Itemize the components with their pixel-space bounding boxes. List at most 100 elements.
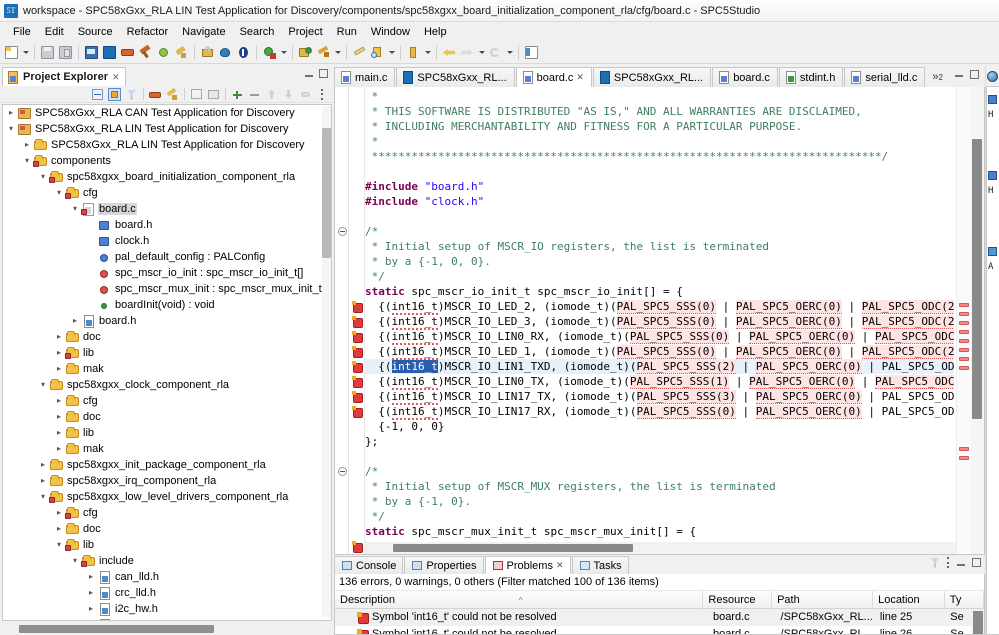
tree-item[interactable]: ▸mak: [3, 441, 331, 457]
overview-error-mark[interactable]: [959, 447, 969, 451]
tree-item[interactable]: spc_mscr_mux_init : spc_mscr_mux_init_t[: [3, 281, 331, 297]
collapse-fold-icon[interactable]: [338, 227, 347, 236]
editor-tab[interactable]: board.c: [712, 67, 778, 87]
build-icon[interactable]: [148, 87, 163, 102]
tree-twisty[interactable]: ▾: [53, 537, 65, 553]
code-line[interactable]: * by a {-1, 0}.: [365, 494, 954, 509]
menu-refactor[interactable]: Refactor: [120, 24, 176, 40]
perspective-icon[interactable]: [523, 44, 540, 61]
refresh-icon[interactable]: [487, 44, 504, 61]
bottom-tab[interactable]: Tasks: [572, 556, 629, 574]
column-header-description[interactable]: Description ^: [335, 591, 703, 609]
menu-project[interactable]: Project: [281, 24, 329, 40]
tree-item[interactable]: pal_default_config : PALConfig: [3, 249, 331, 265]
scrollbar-thumb[interactable]: [393, 544, 633, 552]
tree-twisty[interactable]: ▸: [37, 457, 49, 473]
problem-row[interactable]: Symbol 'int16_t' could not be resolvedbo…: [335, 626, 984, 635]
code-line[interactable]: */: [365, 509, 954, 524]
tree-item[interactable]: ▾cfg: [3, 185, 331, 201]
bottom-tab[interactable]: Console: [334, 556, 403, 574]
source-code-text[interactable]: * * THIS SOFTWARE IS DISTRIBUTED "AS IS,…: [365, 89, 954, 554]
console-icon[interactable]: [83, 44, 100, 61]
scrollbar-thumb[interactable]: [973, 611, 983, 635]
code-line[interactable]: ****************************************…: [365, 149, 954, 164]
outline-item[interactable]: H: [987, 183, 999, 199]
history-dropdown-arrow[interactable]: [477, 44, 486, 61]
tree-item[interactable]: ▸mak: [3, 361, 331, 377]
tree-item[interactable]: ▸doc: [3, 521, 331, 537]
link-with-editor-icon[interactable]: [107, 87, 122, 102]
tree-twisty[interactable]: ▸: [5, 105, 17, 121]
select-working-set-icon[interactable]: [189, 87, 204, 102]
error-marker-icon[interactable]: [352, 361, 363, 372]
tree-twisty[interactable]: ▸: [85, 569, 97, 585]
outline-tab[interactable]: [986, 66, 999, 86]
error-marker-icon[interactable]: [352, 406, 363, 417]
close-icon[interactable]: ✕: [556, 560, 564, 571]
outline-item[interactable]: H: [987, 107, 999, 123]
debug-profile-icon[interactable]: [297, 44, 314, 61]
tree-item[interactable]: ▾spc58xgxx_low_level_drivers_component_r…: [3, 489, 331, 505]
menu-run[interactable]: Run: [330, 24, 364, 40]
code-line[interactable]: [365, 449, 954, 464]
outline-item[interactable]: A: [987, 259, 999, 275]
new-file-icon[interactable]: [3, 44, 20, 61]
scrollbar-thumb[interactable]: [19, 625, 214, 633]
code-line[interactable]: *: [365, 134, 954, 149]
tree-twisty[interactable]: ▾: [37, 489, 49, 505]
code-line[interactable]: /*: [365, 224, 954, 239]
build-icon[interactable]: [119, 44, 136, 61]
column-header-resource[interactable]: Resource: [703, 591, 772, 609]
external-tools-dropdown-arrow[interactable]: [333, 44, 342, 61]
tree-item[interactable]: ▸can_lld.h: [3, 569, 331, 585]
view-menu-icon[interactable]: [947, 557, 950, 568]
code-line[interactable]: {(int16_t)MSCR_IO_LED_2, (iomode_t)(PAL_…: [365, 299, 954, 314]
collapse-fold-icon[interactable]: [338, 467, 347, 476]
code-line[interactable]: {(int16_t)MSCR_IO_LIN0_RX, (iomode_t)(PA…: [365, 329, 954, 344]
move-down-icon[interactable]: [281, 87, 296, 102]
code-line[interactable]: };: [365, 434, 954, 449]
code-line[interactable]: * THIS SOFTWARE IS DISTRIBUTED "AS IS," …: [365, 104, 954, 119]
bottom-tab[interactable]: Properties: [404, 556, 483, 574]
back-icon[interactable]: [441, 44, 458, 61]
editor-tab[interactable]: serial_lld.c: [844, 67, 925, 87]
tree-item[interactable]: ▾include: [3, 553, 331, 569]
tree-twisty[interactable]: ▸: [53, 329, 65, 345]
clean-icon[interactable]: [173, 44, 190, 61]
menu-source[interactable]: Source: [71, 24, 120, 40]
outline-content[interactable]: H H A: [986, 86, 999, 635]
more-editors-button[interactable]: » 2: [926, 67, 949, 87]
clean-icon[interactable]: [165, 87, 180, 102]
overview-error-mark[interactable]: [959, 348, 969, 352]
code-line[interactable]: [365, 164, 954, 179]
tree-twisty[interactable]: ▸: [53, 361, 65, 377]
tree-item[interactable]: ▾components: [3, 153, 331, 169]
overview-error-mark[interactable]: [959, 456, 969, 460]
tree-twisty[interactable]: ▾: [69, 201, 81, 217]
tree-item[interactable]: board.h: [3, 217, 331, 233]
tree-twisty[interactable]: ▾: [37, 169, 49, 185]
tree-item[interactable]: ▾lib: [3, 537, 331, 553]
overview-error-mark[interactable]: [959, 321, 969, 325]
new-dropdown-arrow[interactable]: [21, 44, 30, 61]
tree-item[interactable]: ▸i2c_hw.h: [3, 601, 331, 617]
error-marker-icon[interactable]: [352, 346, 363, 357]
tree-item[interactable]: ▸spc58xgxx_init_package_component_rla: [3, 457, 331, 473]
close-icon[interactable]: ✕: [576, 72, 584, 83]
tree-twisty[interactable]: ▾: [69, 553, 81, 569]
tree-twisty[interactable]: ▸: [53, 505, 65, 521]
tree-item[interactable]: ▾board.c: [3, 201, 331, 217]
tree-item[interactable]: ▸SPC58xGxx_RLA LIN Test Application for …: [3, 137, 331, 153]
project-tree-vertical-scrollbar[interactable]: [322, 106, 331, 617]
editor-horizontal-scrollbar[interactable]: [365, 542, 956, 554]
minimize-icon[interactable]: [957, 559, 965, 566]
editor-tab[interactable]: SPC58xGxx_RL...: [593, 67, 711, 87]
code-line[interactable]: [365, 209, 954, 224]
problem-row[interactable]: Symbol 'int16_t' could not be resolvedbo…: [335, 609, 984, 626]
expand-icon[interactable]: [230, 87, 245, 102]
settings-gear-icon[interactable]: [155, 44, 172, 61]
code-line[interactable]: {(int16_t)MSCR_IO_LIN0_TX, (iomode_t)(PA…: [365, 374, 954, 389]
next-annotation-dropdown-arrow[interactable]: [423, 44, 432, 61]
code-line[interactable]: * Initial setup of MSCR_MUX registers, t…: [365, 479, 954, 494]
editor-tab[interactable]: main.c: [334, 67, 395, 87]
